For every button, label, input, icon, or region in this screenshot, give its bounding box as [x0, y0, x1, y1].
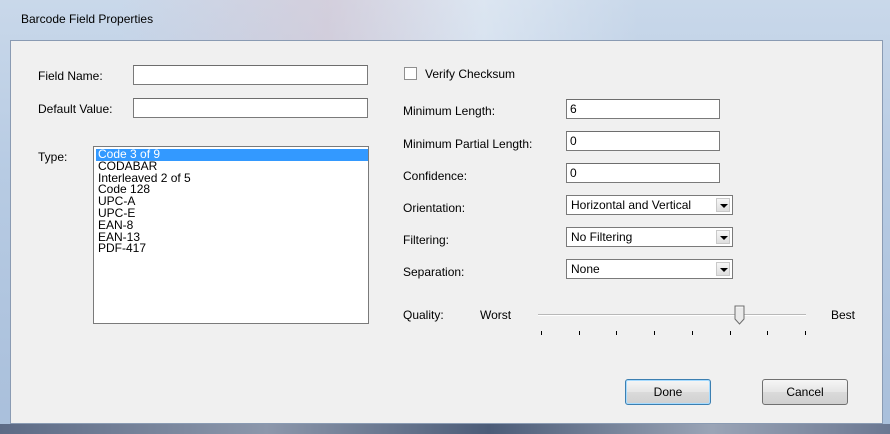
- separation-select[interactable]: None: [566, 259, 733, 279]
- filtering-value: No Filtering: [571, 230, 633, 244]
- filtering-select[interactable]: No Filtering: [566, 227, 733, 247]
- orientation-value: Horizontal and Vertical: [571, 198, 692, 212]
- quality-slider-tick: [541, 331, 542, 335]
- quality-slider-track[interactable]: [538, 314, 806, 316]
- cancel-button[interactable]: Cancel: [762, 379, 848, 405]
- confidence-input[interactable]: 0: [566, 163, 720, 183]
- quality-slider-tick: [616, 331, 618, 335]
- default-value-label: Default Value:: [38, 102, 113, 116]
- chevron-down-icon[interactable]: [716, 230, 730, 244]
- filtering-label: Filtering:: [403, 233, 450, 247]
- min-length-input[interactable]: 6: [566, 99, 720, 119]
- min-partial-length-input[interactable]: 0: [566, 131, 720, 151]
- quality-label: Quality:: [403, 308, 444, 322]
- min-partial-length-label: Minimum Partial Length:: [403, 137, 533, 151]
- type-listbox[interactable]: Code 3 of 9 CODABAR Interleaved 2 of 5 Code…: [93, 146, 369, 324]
- type-list-item[interactable]: Code 128: [96, 183, 368, 196]
- quality-min-label: Worst: [480, 308, 512, 322]
- quality-slider-tick: [729, 331, 731, 335]
- default-value-input[interactable]: [133, 98, 368, 118]
- quality-slider-tick: [654, 331, 656, 335]
- quality-slider-tick: [805, 331, 806, 335]
- done-button[interactable]: Done: [625, 379, 711, 405]
- type-list-item[interactable]: PDF-417: [96, 242, 368, 255]
- type-list-item[interactable]: UPC-A: [96, 195, 368, 208]
- chevron-down-icon[interactable]: [716, 198, 730, 212]
- field-name-input[interactable]: [133, 65, 368, 85]
- quality-slider-tick: [691, 331, 693, 335]
- type-label: Type:: [38, 150, 68, 164]
- verify-checksum-checkbox[interactable]: [404, 67, 417, 80]
- titlebar-glow: [120, 0, 640, 40]
- separation-label: Separation:: [403, 265, 465, 279]
- quality-slider-tick: [767, 331, 769, 335]
- quality-max-label: Best: [831, 308, 856, 322]
- orientation-label: Orientation:: [403, 201, 466, 215]
- taskbar-strip: [0, 424, 890, 434]
- type-list-item[interactable]: UPC-E: [96, 207, 368, 220]
- quality-slider-thumb[interactable]: [734, 305, 745, 325]
- confidence-label: Confidence:: [403, 169, 468, 183]
- separation-value: None: [571, 262, 600, 276]
- orientation-select[interactable]: Horizontal and Vertical: [566, 195, 733, 215]
- chevron-down-icon[interactable]: [716, 262, 730, 276]
- field-name-label: Field Name:: [38, 69, 103, 83]
- quality-slider-tick: [578, 331, 580, 335]
- verify-checksum-label: Verify Checksum: [425, 67, 516, 81]
- min-length-label: Minimum Length:: [403, 104, 496, 118]
- window-title: Barcode Field Properties: [21, 12, 154, 26]
